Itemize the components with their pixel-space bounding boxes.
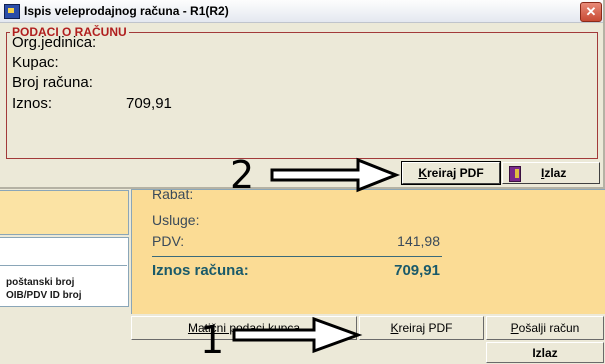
rabat-label: Rabat: [152, 190, 194, 200]
app-icon [4, 4, 20, 19]
usluge-label: Usluge: [152, 212, 200, 228]
close-icon[interactable]: ✕ [580, 2, 602, 22]
create-pdf-dialog-label: reiraj PDF [426, 166, 484, 180]
exit-label-rest: zlaz [544, 166, 567, 180]
exit-button[interactable]: Izlaz [502, 162, 600, 184]
total-value: 709,91 [394, 262, 440, 279]
send-invoice-accel: P [510, 321, 519, 335]
create-pdf-accel: K [390, 321, 399, 335]
invoice-summary-panel: Rabat: Usluge: PDV: 141,98 Iznos računa:… [131, 189, 605, 314]
oib-label: OIB/PDV ID broj [6, 290, 82, 301]
exit-door-icon [509, 166, 521, 182]
left-info-panel [0, 190, 129, 235]
create-pdf-button-main[interactable]: Kreiraj PDF [359, 316, 484, 340]
send-invoice-button[interactable]: Pošalji račun [486, 316, 604, 340]
customer-label: Kupac: [12, 54, 59, 71]
create-pdf-label: reiraj PDF [398, 321, 453, 335]
pdv-value: 141,98 [397, 233, 440, 249]
org-unit-label: Org.jedinica: [12, 34, 97, 51]
invoice-number-label: Broj računa: [12, 74, 93, 91]
postal-code-label: poštanski broj [6, 277, 75, 288]
pdv-label: PDV: [152, 233, 185, 249]
create-pdf-dialog-accel: K [418, 166, 427, 180]
annotation-step-2: 2 [230, 153, 255, 197]
exit-label: Izlaz [541, 163, 566, 184]
annotation-arrow-1 [232, 316, 363, 354]
dialog-title: Ispis veleprodajnog računa - R1(R2) [24, 4, 229, 18]
dialog-titlebar[interactable]: Ispis veleprodajnog računa - R1(R2) ✕ [0, 0, 603, 23]
panel-divider [0, 265, 127, 266]
annotation-step-1: 1 [200, 318, 225, 362]
annotation-arrow-2 [270, 157, 401, 193]
exit-label-main: Izlaz [532, 346, 558, 360]
send-invoice-label: ošalji račun [518, 321, 580, 335]
create-pdf-button[interactable]: Kreiraj PDF [401, 161, 501, 185]
amount-value: 709,91 [126, 95, 172, 112]
invoice-data-group: PODACI O RAČUNU [6, 25, 598, 159]
amount-label: Iznos: [12, 95, 53, 112]
total-label: Iznos računa: [152, 262, 249, 279]
summary-divider [152, 256, 442, 257]
exit-button-main[interactable]: Izlaz [486, 342, 604, 363]
